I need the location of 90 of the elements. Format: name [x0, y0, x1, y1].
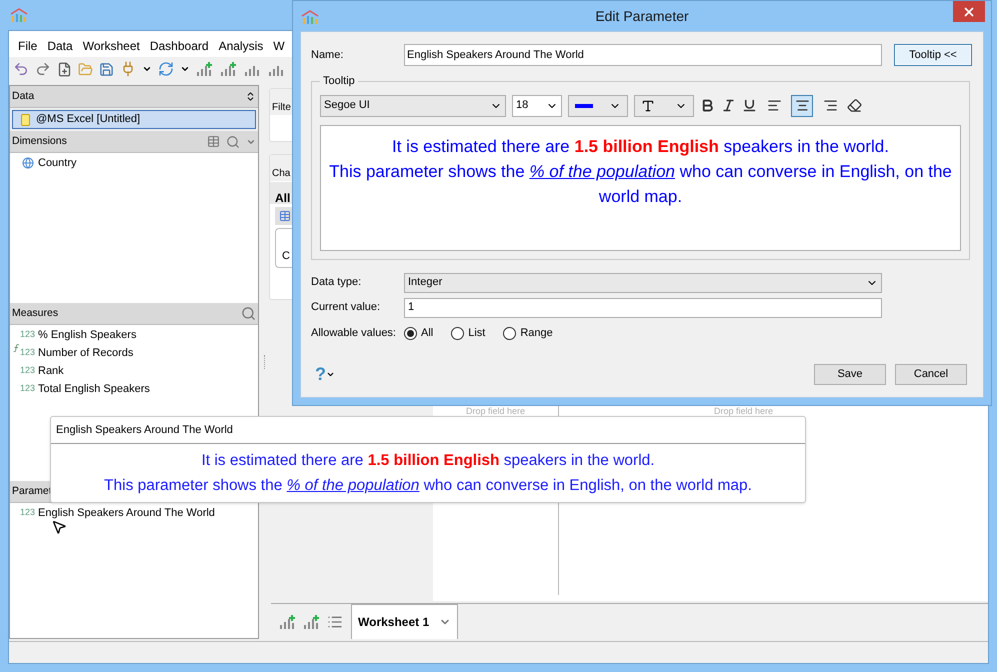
underline-icon[interactable]: [742, 98, 757, 113]
tooltip-text: It is estimated there are 1.5 billion English speakers in the world.: [392, 136, 889, 156]
eraser-icon[interactable]: [847, 98, 862, 113]
dialog-button[interactable]: Save: [814, 364, 886, 385]
tooltip-toggle-button[interactable]: Tooltip <<: [894, 44, 972, 66]
redo-icon[interactable]: [35, 61, 51, 77]
add-dashboard-icon[interactable]: [220, 61, 238, 77]
sort-icon[interactable]: [245, 91, 256, 102]
radio-label[interactable]: All: [421, 325, 434, 342]
dialog-button[interactable]: Cancel: [895, 364, 967, 385]
number-type-label: 123: [20, 382, 35, 396]
list-icon[interactable]: [327, 614, 343, 630]
drop-zone-label: Drop field here: [714, 407, 774, 416]
bold-icon[interactable]: [700, 98, 715, 113]
drop-zone-label: Drop field here: [466, 407, 526, 416]
color-dropdown[interactable]: [568, 94, 628, 116]
align-icon: [822, 98, 838, 113]
size-dropdown[interactable]: 18: [512, 94, 562, 116]
field-item[interactable]: Rank: [38, 362, 64, 380]
card-title: Filte: [272, 102, 291, 113]
field-item[interactable]: English Speakers Around The World: [38, 504, 215, 522]
menu-item[interactable]: Worksheet: [82, 37, 140, 55]
name-label: Name:: [311, 48, 344, 63]
sheet-tab[interactable]: Worksheet 1: [351, 604, 458, 639]
align-icon: [794, 98, 810, 113]
database-icon: [21, 114, 30, 126]
font-dropdown[interactable]: Segoe UI: [320, 94, 506, 116]
field-item[interactable]: Total English Speakers: [38, 380, 150, 398]
radio-label[interactable]: List: [468, 325, 486, 342]
field-item[interactable]: Country: [38, 154, 77, 172]
radio-button[interactable]: [503, 327, 516, 340]
add-chart-icon[interactable]: [196, 61, 214, 77]
radio-label[interactable]: Range: [520, 325, 553, 342]
grid-icon: [279, 210, 291, 222]
menu-item[interactable]: W: [273, 37, 285, 55]
tooltip-text: It is estimated there are 1.5 billion English speakers in the world.: [201, 452, 655, 469]
formula-icon: [13, 344, 20, 352]
text-style-icon: [641, 98, 655, 112]
card-title: Cha: [272, 168, 290, 179]
data-type-dropdown[interactable]: Integer: [404, 272, 882, 292]
globe-icon: [22, 157, 34, 169]
app-logo-icon: [10, 7, 28, 23]
align-button[interactable]: [791, 94, 813, 116]
caret-icon[interactable]: [142, 64, 152, 74]
save-icon[interactable]: [99, 62, 114, 76]
number-type-label: 123: [20, 346, 35, 360]
allowable-values-label: Allowable values:: [311, 326, 397, 342]
tooltip-editor[interactable]: It is estimated there are 1.5 billion English speakers in the world. This parameter shows the % of the population who can converse in English, on the world map.: [320, 124, 961, 250]
current-value-field[interactable]: 1: [404, 298, 882, 318]
tooltip-title: English Speakers Around The World: [56, 422, 233, 438]
field-item[interactable]: % English Speakers: [38, 326, 136, 344]
highlight-dropdown[interactable]: [634, 94, 694, 116]
new-file-icon[interactable]: [57, 62, 72, 76]
table-icon[interactable]: [207, 135, 220, 148]
field-item[interactable]: Number of Records: [38, 344, 134, 362]
menu-item[interactable]: File: [18, 37, 38, 55]
search-icon[interactable]: [241, 306, 256, 321]
caret-icon: [326, 370, 335, 379]
mouse-cursor-icon: [51, 519, 67, 535]
add-dashboard-icon[interactable]: [303, 614, 321, 630]
section-title: Dimensions: [12, 134, 67, 149]
data-type-label: Data type:: [311, 275, 362, 290]
name-field[interactable]: English Speakers Around The World: [404, 44, 882, 66]
tooltip-text: This parameter shows the % of the population who can converse in English, on the world map.: [104, 477, 752, 494]
caret-icon[interactable]: [180, 64, 190, 74]
close-button[interactable]: [953, 1, 985, 22]
undo-icon[interactable]: [13, 61, 29, 77]
current-value-label: Current value:: [311, 300, 382, 316]
dialog-title: Edit Parameter: [595, 6, 689, 26]
group-title: Tooltip: [322, 74, 356, 89]
radio-button[interactable]: [404, 327, 417, 340]
search-icon[interactable]: [226, 134, 240, 148]
number-type-label: 123: [20, 328, 35, 342]
tooltip-text: This parameter shows the % of the population who can converse in English, on the world map.: [329, 162, 952, 206]
close-icon: [962, 4, 976, 18]
menu-item[interactable]: Dashboard: [150, 37, 209, 55]
add-chart-icon[interactable]: [279, 614, 297, 630]
align-icon: [766, 98, 782, 113]
section-title: Measures: [12, 306, 58, 321]
data-source-item[interactable]: @MS Excel [Untitled]: [12, 110, 256, 129]
chart-filter-label: All: [275, 191, 290, 205]
menu-item[interactable]: Analysis: [218, 37, 264, 55]
number-type-label: 123: [20, 506, 35, 520]
number-type-label: 123: [20, 364, 35, 378]
refresh-icon[interactable]: [158, 61, 174, 77]
app-logo-icon: [301, 9, 319, 25]
italic-icon[interactable]: [721, 98, 736, 113]
menu-item[interactable]: Data: [47, 37, 73, 55]
section-title: Data: [12, 88, 34, 104]
radio-button[interactable]: [451, 327, 464, 340]
